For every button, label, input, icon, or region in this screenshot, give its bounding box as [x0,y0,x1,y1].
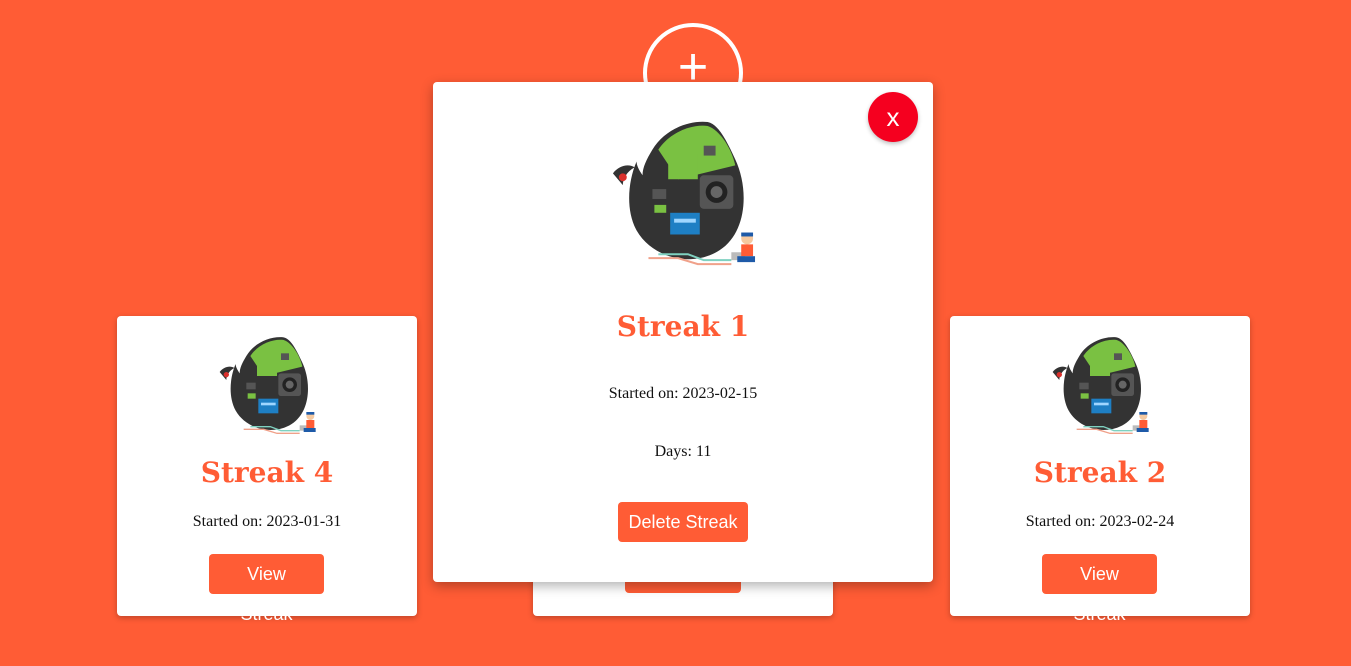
streak-card: Streak 4 Started on: 2023-01-31 View Str… [117,316,417,624]
delete-streak-button[interactable]: Delete Streak [618,502,748,542]
streak-start-date: Started on: 2023-01-31 [192,513,342,530]
modal-streak-title: Streak 1 [616,310,750,343]
streak-start-date: Started on: 2023-02-24 [1025,513,1175,530]
view-streak-button[interactable]: View Streak [209,554,324,624]
modal-start-date: Started on: 2023-02-15 [608,385,758,402]
streak-detail-modal: x Streak 1 Started on: 2023-02-15 Days: … [433,82,933,582]
close-modal-button[interactable]: x [868,92,918,142]
view-streak-button[interactable]: View Streak [1042,554,1157,624]
streak-title: Streak 2 [1033,456,1167,489]
modal-days-count: Days: 11 [654,443,712,460]
streak-image-icon [219,337,316,434]
page: + Streak 4 Started on: 2023-01-31 View S… [0,0,1351,666]
streak-image-icon [1052,337,1149,434]
streak-title: Streak 4 [200,456,334,489]
streak-card: Streak 2 Started on: 2023-02-24 View Str… [950,316,1250,624]
streak-image-icon [612,121,756,266]
